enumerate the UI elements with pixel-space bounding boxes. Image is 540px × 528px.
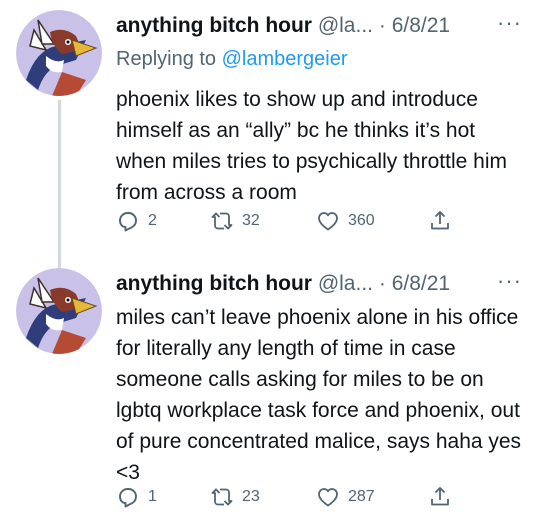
tweet-text: miles can’t leave phoenix alone in his o… bbox=[116, 306, 522, 484]
replying-prefix: Replying to bbox=[116, 48, 217, 70]
retweet-button[interactable]: 23 bbox=[210, 485, 260, 509]
author-name[interactable]: anything bitch hour bbox=[116, 272, 312, 295]
heart-icon bbox=[318, 212, 338, 231]
avatar[interactable] bbox=[16, 10, 102, 96]
tweet-header: anything bitch hour @la... · 6/8/21 ··· bbox=[116, 268, 522, 302]
tweet-text: phoenix likes to show up and introduce h… bbox=[116, 88, 507, 204]
retweet-icon bbox=[211, 488, 233, 506]
share-button[interactable] bbox=[428, 209, 452, 233]
like-count: 287 bbox=[348, 488, 375, 505]
reply-icon bbox=[119, 212, 137, 232]
separator-dot: · bbox=[378, 272, 386, 295]
tweet-date[interactable]: 6/8/21 bbox=[392, 272, 450, 295]
tweet-actions: 1 23 287 bbox=[116, 482, 456, 512]
like-button[interactable]: 287 bbox=[316, 485, 375, 509]
reply-count: 1 bbox=[148, 488, 157, 505]
reply-icon bbox=[119, 488, 137, 508]
retweet-count: 32 bbox=[242, 212, 260, 229]
retweet-button[interactable]: 32 bbox=[210, 209, 260, 233]
tweet[interactable]: anything bitch hour @la... · 6/8/21 ··· … bbox=[0, 0, 540, 270]
author-handle[interactable]: @la... bbox=[318, 272, 373, 295]
retweet-icon bbox=[211, 212, 233, 230]
more-icon[interactable]: ··· bbox=[497, 268, 522, 294]
reply-button[interactable]: 1 bbox=[116, 485, 157, 509]
share-button[interactable] bbox=[428, 485, 452, 509]
more-icon[interactable]: ··· bbox=[497, 10, 522, 36]
tweet-actions: 2 32 360 bbox=[116, 206, 456, 236]
replying-to-mention[interactable]: @lambergeier bbox=[222, 48, 348, 70]
like-button[interactable]: 360 bbox=[316, 209, 375, 233]
author-handle[interactable]: @la... bbox=[318, 14, 373, 37]
share-icon bbox=[431, 487, 449, 506]
reply-button[interactable]: 2 bbox=[116, 209, 157, 233]
share-icon bbox=[431, 211, 449, 230]
tweet[interactable]: anything bitch hour @la... · 6/8/21 ··· … bbox=[0, 262, 540, 528]
author-name[interactable]: anything bitch hour bbox=[116, 14, 312, 37]
separator-dot: · bbox=[378, 14, 386, 37]
retweet-count: 23 bbox=[242, 488, 260, 505]
like-count: 360 bbox=[348, 212, 375, 229]
heart-icon bbox=[318, 488, 338, 507]
reply-count: 2 bbox=[148, 212, 157, 229]
avatar[interactable] bbox=[16, 268, 102, 354]
replying-to: Replying to @lambergeier bbox=[116, 48, 348, 71]
tweet-date[interactable]: 6/8/21 bbox=[392, 14, 450, 37]
thread-connector-line bbox=[58, 100, 61, 270]
tweet-header: anything bitch hour @la... · 6/8/21 ··· bbox=[116, 10, 522, 44]
